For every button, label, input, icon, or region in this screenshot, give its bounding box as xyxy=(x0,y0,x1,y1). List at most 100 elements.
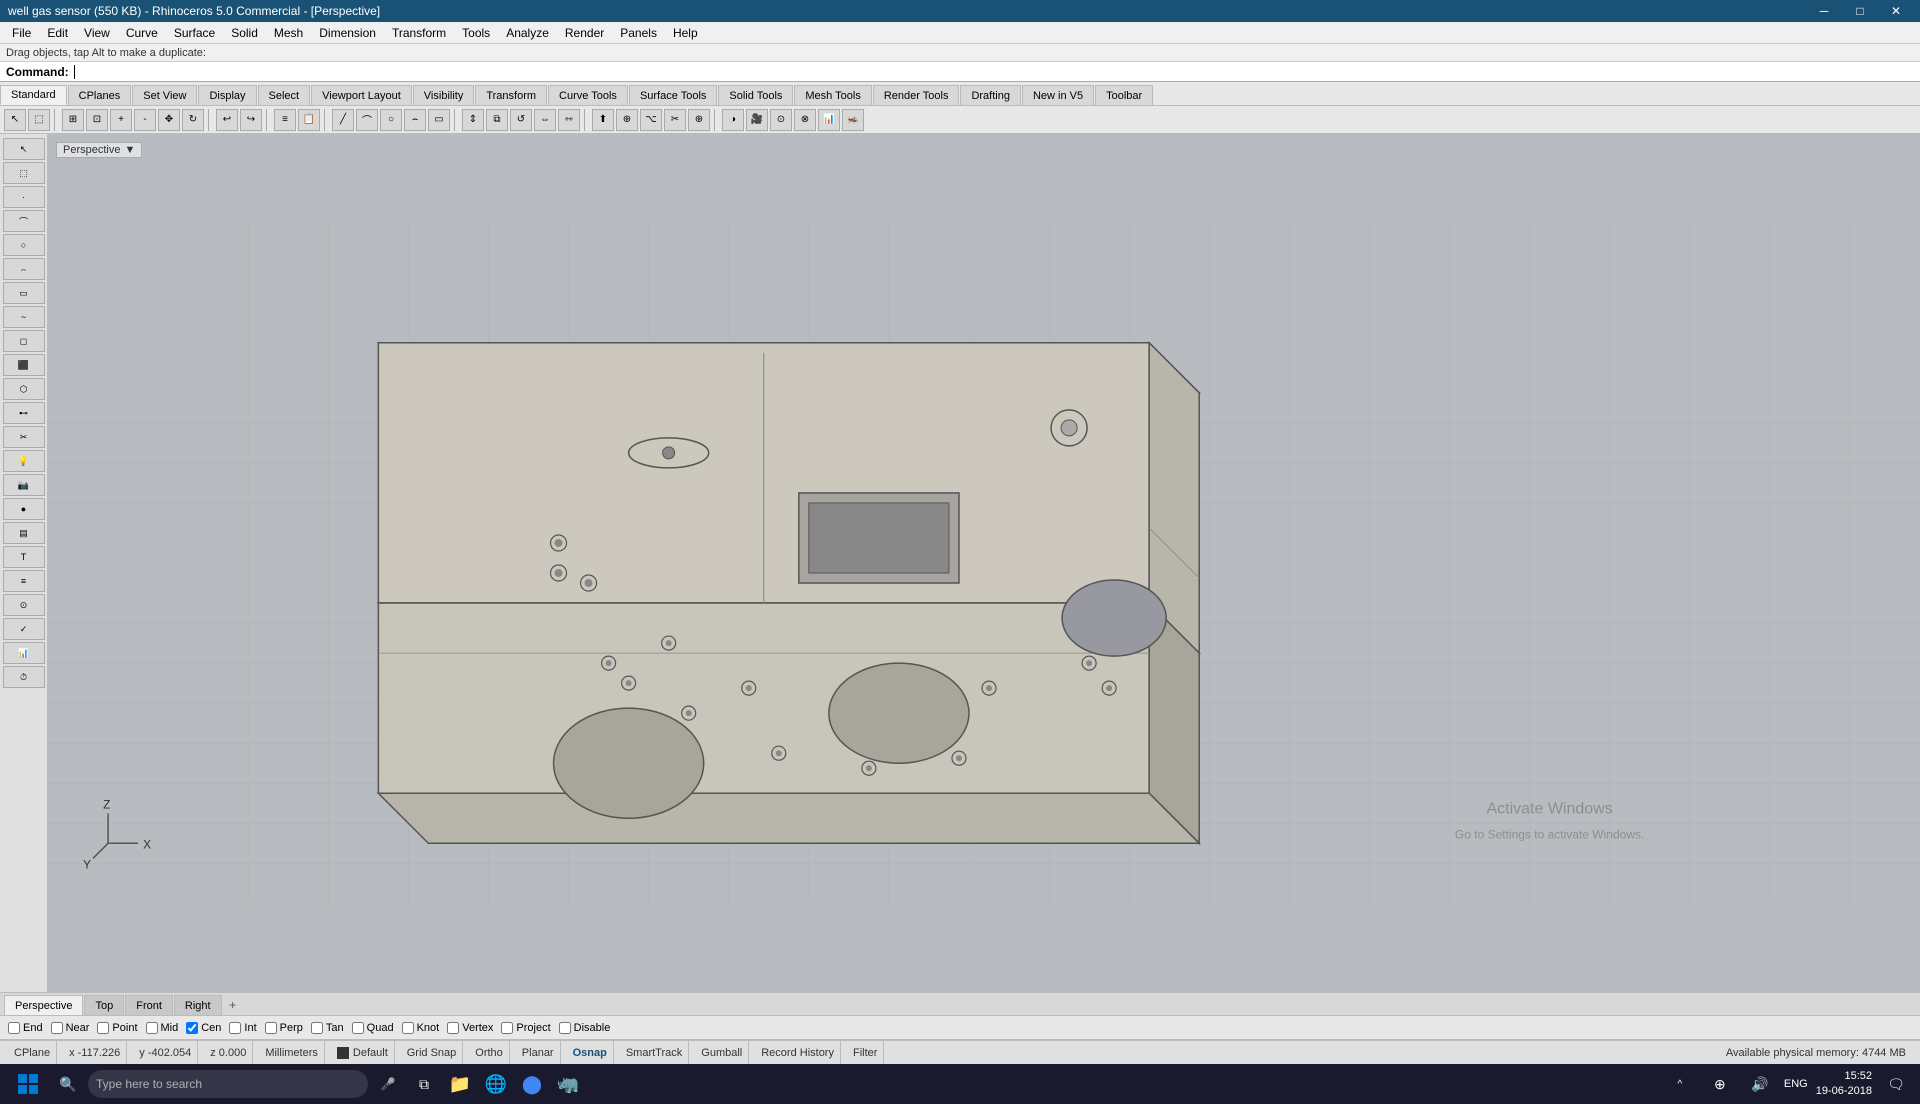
tool-props-icon[interactable]: 📋 xyxy=(298,109,320,131)
left-tool-hatch[interactable]: ▤ xyxy=(3,522,45,544)
menu-transform[interactable]: Transform xyxy=(384,22,454,44)
tool-window-select-icon[interactable]: ⬚ xyxy=(28,109,50,131)
osnap-tan-checkbox[interactable] xyxy=(311,1022,323,1034)
menu-help[interactable]: Help xyxy=(665,22,706,44)
tool-redo-icon[interactable]: ↪ xyxy=(240,109,262,131)
tab-set-view[interactable]: Set View xyxy=(132,85,197,105)
tab-transform[interactable]: Transform xyxy=(475,85,547,105)
viewport[interactable]: Z X Y Activate Windows Go to Settings to… xyxy=(48,134,1920,992)
menu-dimension[interactable]: Dimension xyxy=(311,22,384,44)
start-button[interactable] xyxy=(8,1068,48,1100)
taskbar-clock[interactable]: 15:52 19-06-2018 xyxy=(1816,1069,1872,1100)
menu-file[interactable]: File xyxy=(4,22,39,44)
left-tool-rect[interactable]: ▭ xyxy=(3,282,45,304)
smarttrack-btn[interactable]: SmartTrack xyxy=(620,1041,689,1064)
tab-cplanes[interactable]: CPlanes xyxy=(68,85,132,105)
tool-rect-icon[interactable]: ▭ xyxy=(428,109,450,131)
tool-zoom-in-icon[interactable]: + xyxy=(110,109,132,131)
osnap-project[interactable]: Project xyxy=(501,1022,550,1034)
tab-curve-tools[interactable]: Curve Tools xyxy=(548,85,628,105)
tool-snap-icon[interactable]: ⊙ xyxy=(770,109,792,131)
tool-gumball-icon[interactable]: ⊗ xyxy=(794,109,816,131)
osnap-tan[interactable]: Tan xyxy=(311,1022,344,1034)
grid-snap-btn[interactable]: Grid Snap xyxy=(401,1041,464,1064)
osnap-knot[interactable]: Knot xyxy=(402,1022,440,1034)
tool-pan-icon[interactable]: ✥ xyxy=(158,109,180,131)
left-tool-check[interactable]: ✓ xyxy=(3,618,45,640)
tool-layer-icon[interactable]: ≡ xyxy=(274,109,296,131)
tool-shade-icon[interactable]: ◑ xyxy=(722,109,744,131)
tool-zoom-sel-icon[interactable]: ⊡ xyxy=(86,109,108,131)
osnap-cen-checkbox[interactable] xyxy=(186,1022,198,1034)
add-viewport-button[interactable]: + xyxy=(223,995,243,1015)
left-tool-hist[interactable]: ⏱ xyxy=(3,666,45,688)
osnap-perp-checkbox[interactable] xyxy=(265,1022,277,1034)
planar-btn[interactable]: Planar xyxy=(516,1041,561,1064)
tab-new-in-v5[interactable]: New in V5 xyxy=(1022,85,1094,105)
tool-zoom-out-icon[interactable]: - xyxy=(134,109,156,131)
osnap-near[interactable]: Near xyxy=(51,1022,90,1034)
osnap-disable[interactable]: Disable xyxy=(559,1022,611,1034)
taskbar-chrome-icon[interactable]: ⬤ xyxy=(516,1068,548,1100)
mic-icon[interactable]: 🎤 xyxy=(372,1068,404,1100)
osnap-int-checkbox[interactable] xyxy=(229,1022,241,1034)
osnap-btn[interactable]: Osnap xyxy=(567,1041,614,1064)
tab-mesh-tools[interactable]: Mesh Tools xyxy=(794,85,871,105)
menu-view[interactable]: View xyxy=(76,22,118,44)
left-tool-layer[interactable]: ≡ xyxy=(3,570,45,592)
tool-rotate-icon[interactable]: ↻ xyxy=(182,109,204,131)
tray-notification-icon[interactable]: 🗨 xyxy=(1880,1068,1912,1100)
tool-zoom-ext-icon[interactable]: ⊞ xyxy=(62,109,84,131)
left-tool-dot[interactable]: ● xyxy=(3,498,45,520)
viewport-label[interactable]: Perspective ▼ xyxy=(56,142,142,158)
tool-copy-icon[interactable]: ⧉ xyxy=(486,109,508,131)
osnap-cen[interactable]: Cen xyxy=(186,1022,221,1034)
menu-tools[interactable]: Tools xyxy=(454,22,498,44)
tool-arc-icon[interactable]: ⌢ xyxy=(404,109,426,131)
left-tool-light[interactable]: 💡 xyxy=(3,450,45,472)
units-display[interactable]: Millimeters xyxy=(259,1041,325,1064)
osnap-mid[interactable]: Mid xyxy=(146,1022,179,1034)
tab-standard[interactable]: Standard xyxy=(0,85,67,105)
left-tool-select[interactable]: ↖ xyxy=(3,138,45,160)
menu-mesh[interactable]: Mesh xyxy=(266,22,311,44)
left-tool-curve[interactable]: ⌒ xyxy=(3,210,45,232)
tray-network-icon[interactable]: ⊕ xyxy=(1704,1068,1736,1100)
left-tool-circle[interactable]: ○ xyxy=(3,234,45,256)
osnap-point-checkbox[interactable] xyxy=(97,1022,109,1034)
menu-edit[interactable]: Edit xyxy=(39,22,76,44)
tab-select[interactable]: Select xyxy=(258,85,311,105)
tool-polyline-icon[interactable]: ⌒ xyxy=(356,109,378,131)
minimize-button[interactable]: ─ xyxy=(1808,0,1840,22)
menu-solid[interactable]: Solid xyxy=(223,22,266,44)
menu-curve[interactable]: Curve xyxy=(118,22,166,44)
tab-render-tools[interactable]: Render Tools xyxy=(873,85,960,105)
left-tool-point[interactable]: · xyxy=(3,186,45,208)
left-tool-text[interactable]: T xyxy=(3,546,45,568)
tool-extrude-icon[interactable]: ⬆ xyxy=(592,109,614,131)
maximize-button[interactable]: □ xyxy=(1844,0,1876,22)
tool-fillet-icon[interactable]: ⌥ xyxy=(640,109,662,131)
tool-undo-icon[interactable]: ↩ xyxy=(216,109,238,131)
tool-line-icon[interactable]: ╱ xyxy=(332,109,354,131)
tool-trim-icon[interactable]: ✂ xyxy=(664,109,686,131)
osnap-disable-checkbox[interactable] xyxy=(559,1022,571,1034)
tool-scale-icon[interactable]: ⇔ xyxy=(534,109,556,131)
osnap-vertex[interactable]: Vertex xyxy=(447,1022,493,1034)
task-view-button[interactable]: ⧉ xyxy=(408,1068,440,1100)
ortho-btn[interactable]: Ortho xyxy=(469,1041,510,1064)
tab-toolbar[interactable]: Toolbar xyxy=(1095,85,1153,105)
tool-rotate3d-icon[interactable]: ↺ xyxy=(510,109,532,131)
tab-drafting[interactable]: Drafting xyxy=(960,85,1021,105)
tool-circle-icon[interactable]: ○ xyxy=(380,109,402,131)
osnap-end-checkbox[interactable] xyxy=(8,1022,20,1034)
vp-tab-perspective[interactable]: Perspective xyxy=(4,995,83,1015)
tool-join-icon[interactable]: ⊕ xyxy=(688,109,710,131)
left-tool-surface[interactable]: ◻ xyxy=(3,330,45,352)
tab-solid-tools[interactable]: Solid Tools xyxy=(718,85,793,105)
vp-tab-top[interactable]: Top xyxy=(84,995,124,1015)
tool-analysis-icon[interactable]: 📊 xyxy=(818,109,840,131)
tab-viewport-layout[interactable]: Viewport Layout xyxy=(311,85,412,105)
osnap-near-checkbox[interactable] xyxy=(51,1022,63,1034)
left-tool-select2[interactable]: ⬚ xyxy=(3,162,45,184)
